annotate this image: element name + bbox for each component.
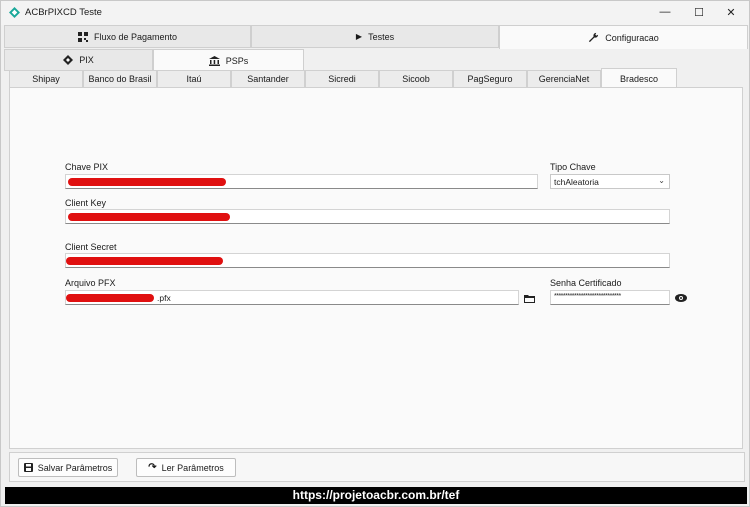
psp-tab-bar: Shipay Banco do Brasil Itaú Santander Si…	[9, 68, 745, 88]
tab-shipay[interactable]: Shipay	[9, 70, 83, 88]
main-tab-bar: Fluxo de Pagamento ▶ Testes Configuracao	[4, 25, 748, 49]
bank-icon	[208, 56, 220, 66]
tipo-chave-value: tchAleatoria	[554, 177, 599, 187]
minimize-button[interactable]: —	[648, 1, 682, 23]
tab-pagseguro[interactable]: PagSeguro	[453, 70, 527, 88]
title-bar: ACBrPIXCD Teste — ☐ ✕	[1, 1, 749, 25]
redaction-mark	[68, 178, 226, 186]
save-icon	[23, 463, 33, 472]
tab-banco-do-brasil[interactable]: Banco do Brasil	[83, 70, 157, 88]
tipo-chave-select[interactable]: tchAleatoria ⌄	[550, 174, 670, 189]
ler-parametros-button[interactable]: ↷ Ler Parâmetros	[136, 458, 236, 477]
tab-fluxo-de-pagamento[interactable]: Fluxo de Pagamento	[4, 25, 251, 48]
redaction-mark	[68, 213, 230, 221]
tab-label: PSPs	[225, 56, 249, 66]
button-label: Ler Parâmetros	[161, 462, 224, 473]
tab-sicoob[interactable]: Sicoob	[379, 70, 453, 88]
app-window: ACBrPIXCD Teste — ☐ ✕ Fluxo de Pagamento…	[0, 0, 750, 507]
wrench-icon	[589, 32, 599, 43]
tab-gerencianet[interactable]: GerenciaNet	[527, 70, 601, 88]
tab-configuracao[interactable]: Configuracao	[499, 25, 748, 49]
chave-pix-input[interactable]	[65, 174, 538, 189]
salvar-parametros-button[interactable]: Salvar Parâmetros	[18, 458, 118, 477]
qrcode-icon	[77, 31, 88, 42]
tab-label: Testes	[368, 31, 395, 42]
senha-certificado-label: Senha Certificado	[550, 278, 622, 288]
tab-testes[interactable]: ▶ Testes	[251, 25, 499, 48]
client-key-input[interactable]	[65, 209, 670, 224]
client-secret-label: Client Secret	[65, 242, 117, 252]
tipo-chave-label: Tipo Chave	[550, 162, 596, 172]
bradesco-config-panel: Chave PIX Tipo Chave tchAleatoria ⌄ Clie…	[9, 87, 743, 449]
pix-diamond-icon	[63, 55, 74, 65]
maximize-button[interactable]: ☐	[682, 1, 716, 23]
redaction-mark	[66, 257, 223, 265]
close-button[interactable]: ✕	[714, 1, 748, 23]
button-label: Salvar Parâmetros	[37, 462, 113, 473]
tab-santander[interactable]: Santander	[231, 70, 305, 88]
window-title: ACBrPIXCD Teste	[25, 7, 102, 18]
arquivo-pfx-input[interactable]: .pfx	[65, 290, 519, 305]
tab-psps[interactable]: PSPs	[153, 49, 304, 72]
arquivo-pfx-extension: .pfx	[157, 293, 171, 303]
app-logo-icon	[9, 7, 20, 18]
play-icon: ▶	[355, 32, 363, 41]
tab-itau[interactable]: Itaú	[157, 70, 231, 88]
eye-icon[interactable]	[674, 291, 688, 305]
senha-certificado-input[interactable]: ******************************	[550, 290, 670, 305]
chave-pix-label: Chave PIX	[65, 162, 109, 172]
redo-arrow-icon: ↷	[148, 462, 157, 473]
chevron-down-icon: ⌄	[658, 176, 665, 185]
tab-bradesco[interactable]: Bradesco	[601, 68, 677, 88]
folder-open-icon[interactable]	[522, 291, 536, 305]
action-bar: Salvar Parâmetros ↷ Ler Parâmetros	[9, 452, 745, 482]
tab-label: PIX	[79, 55, 94, 65]
client-key-label: Client Key	[65, 198, 107, 208]
arquivo-pfx-label: Arquivo PFX	[65, 278, 116, 288]
footer-link[interactable]: https://projetoacbr.com.br/tef	[5, 487, 747, 504]
client-secret-input[interactable]	[65, 253, 670, 268]
tab-label: Configuracao	[605, 32, 659, 43]
tab-label: Fluxo de Pagamento	[93, 31, 178, 42]
tab-sicredi[interactable]: Sicredi	[305, 70, 379, 88]
tab-pix[interactable]: PIX	[4, 49, 153, 71]
redaction-mark	[66, 294, 154, 302]
